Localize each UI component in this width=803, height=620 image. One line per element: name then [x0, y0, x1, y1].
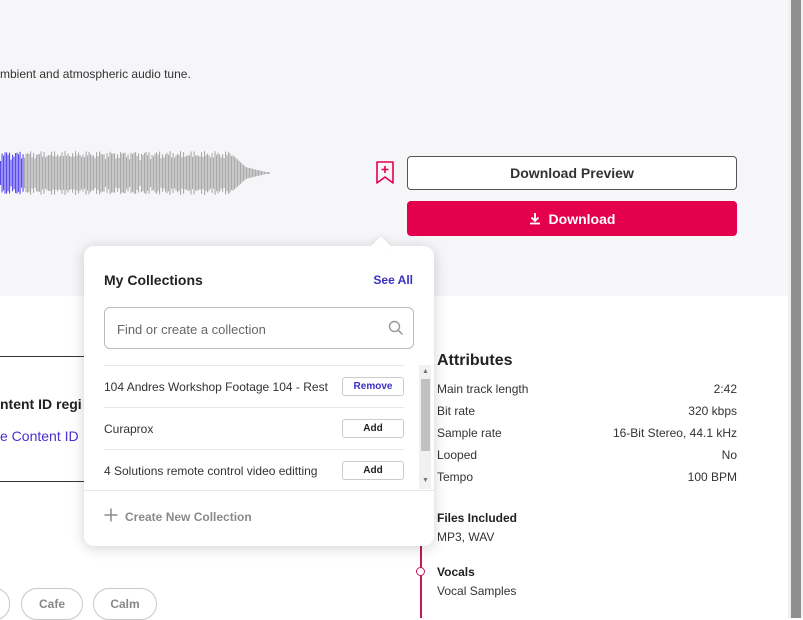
attribute-row-looped: Looped No [437, 448, 737, 462]
attribute-value: No [721, 448, 737, 462]
audio-waveform[interactable] [0, 148, 275, 198]
create-new-collection-button[interactable]: Create New Collection [104, 508, 252, 525]
tag-chip[interactable] [0, 588, 10, 620]
attribute-label: Sample rate [437, 426, 502, 440]
download-button[interactable]: Download [407, 201, 737, 236]
collection-name: Curaprox [104, 421, 154, 436]
collection-item[interactable]: Curaprox Add [104, 407, 404, 449]
collection-search-input[interactable] [115, 308, 381, 350]
add-to-collection-bookmark-icon[interactable] [375, 161, 395, 185]
tag-label: Calm [110, 597, 140, 611]
attribute-row-sample-rate: Sample rate 16-Bit Stereo, 44.1 kHz [437, 426, 737, 440]
search-icon[interactable] [388, 320, 404, 341]
page-scrollbar-thumb[interactable] [791, 0, 801, 618]
scroll-down-arrow-icon[interactable]: ▼ [422, 477, 429, 484]
collections-popup: My Collections See All 104 Andres Worksh… [84, 236, 434, 546]
see-all-link[interactable]: See All [373, 273, 413, 287]
attribute-label: Tempo [437, 470, 474, 484]
remove-from-collection-button[interactable]: Remove [342, 377, 404, 396]
download-label: Download [548, 210, 616, 227]
attributes-title: Attributes [437, 352, 513, 369]
attribute-value: 320 kbps [688, 404, 737, 418]
attribute-value: 2:42 [713, 382, 737, 396]
attribute-value: 100 BPM [687, 470, 737, 484]
collection-name: 4 Solutions remote control video edittin… [104, 463, 318, 478]
content-id-heading: ntent ID regi [0, 396, 82, 412]
collection-item[interactable]: 4 Solutions remote control video edittin… [104, 449, 404, 489]
collection-item[interactable]: 104 Andres Workshop Footage 104 - Rest R… [104, 365, 404, 407]
tag-chip-cafe[interactable]: Cafe [21, 588, 83, 620]
tag-label: Cafe [38, 597, 65, 611]
timeline-dot [416, 567, 425, 576]
popup-divider [84, 490, 434, 491]
add-to-collection-button[interactable]: Add [342, 419, 404, 438]
attribute-label: Main track length [437, 382, 529, 396]
attribute-row-tempo: Tempo 100 BPM [437, 470, 737, 484]
section-divider [0, 356, 85, 357]
create-new-collection-label: Create New Collection [125, 509, 252, 524]
download-preview-label: Download Preview [510, 165, 634, 181]
files-included-value: MP3, WAV [437, 530, 495, 544]
attribute-label: Looped [437, 448, 478, 462]
track-description: mbient and atmospheric audio tune. [0, 67, 191, 81]
attribute-row-track-length: Main track length 2:42 [437, 382, 737, 396]
attribute-label: Bit rate [437, 404, 476, 418]
content-id-link[interactable]: e Content ID [0, 428, 79, 444]
add-to-collection-button[interactable]: Add [342, 461, 404, 480]
collections-scrollbar-thumb[interactable] [421, 379, 430, 451]
tag-chip-calm[interactable]: Calm [93, 588, 157, 620]
download-preview-button[interactable]: Download Preview [407, 156, 737, 190]
section-divider [0, 481, 85, 482]
collection-name: 104 Andres Workshop Footage 104 - Rest [104, 379, 328, 394]
download-icon [529, 212, 541, 225]
attribute-row-bit-rate: Bit rate 320 kbps [437, 404, 737, 418]
attribute-value: 16-Bit Stereo, 44.1 kHz [612, 426, 737, 440]
vocals-title: Vocals [437, 565, 475, 579]
collection-search-box[interactable] [104, 307, 414, 350]
collections-list: 104 Andres Workshop Footage 104 - Rest R… [104, 365, 419, 489]
scroll-up-arrow-icon[interactable]: ▲ [422, 368, 429, 375]
plus-icon [104, 508, 118, 525]
files-included-title: Files Included [437, 511, 518, 525]
vocals-value: Vocal Samples [437, 584, 517, 598]
collections-title: My Collections [104, 272, 203, 288]
